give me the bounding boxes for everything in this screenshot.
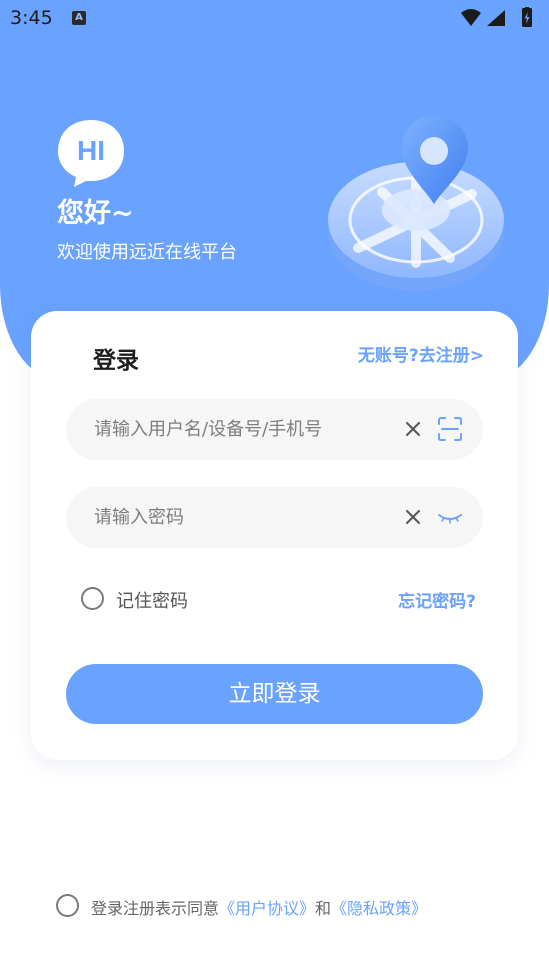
wifi-icon [461,9,481,26]
battery-charging-icon [522,7,532,27]
logo-text: HI [77,135,105,166]
agreement-prefix: 登录注册表示同意 [91,899,220,918]
login-title: 登录 [93,348,139,374]
clear-password-icon[interactable] [403,507,423,527]
username-input[interactable] [94,399,394,460]
status-time: 3:45 [10,7,53,29]
login-button[interactable]: 立即登录 [66,664,483,724]
password-input[interactable] [94,487,394,548]
username-field [66,399,483,460]
signal-icon [487,10,505,26]
map-pin-illustration [328,116,504,291]
agreement-row: 登录注册表示同意《用户协议》和《隐私政策》 [56,894,536,920]
privacy-policy-link[interactable]: 《隐私政策》 [331,899,427,918]
agreement-radio[interactable] [56,894,79,917]
forgot-password-link[interactable]: 忘记密码? [398,587,476,612]
remember-label: 记住密码 [116,591,188,612]
login-card: 登录 无账号?去注册> 记住密码 忘记密码? 立即登录 [31,311,518,760]
clear-username-icon[interactable] [403,419,423,439]
register-link[interactable]: 无账号?去注册> [358,341,484,366]
agreement-text: 登录注册表示同意《用户协议》和《隐私政策》 [91,895,427,919]
welcome-subtitle: 欢迎使用远近在线平台 [57,242,237,263]
notification-icon: A [72,11,86,25]
agreement-and: 和 [315,899,332,918]
remember-radio[interactable] [81,587,104,610]
eye-closed-icon[interactable] [436,503,464,531]
password-field [66,487,483,548]
status-icons [461,7,532,27]
hi-logo-icon: HI [58,120,124,187]
greeting-title: 您好~ [57,198,134,229]
scan-icon[interactable] [436,415,464,443]
user-agreement-link[interactable]: 《用户协议》 [219,899,315,918]
status-bar: 3:45 A [0,0,549,36]
